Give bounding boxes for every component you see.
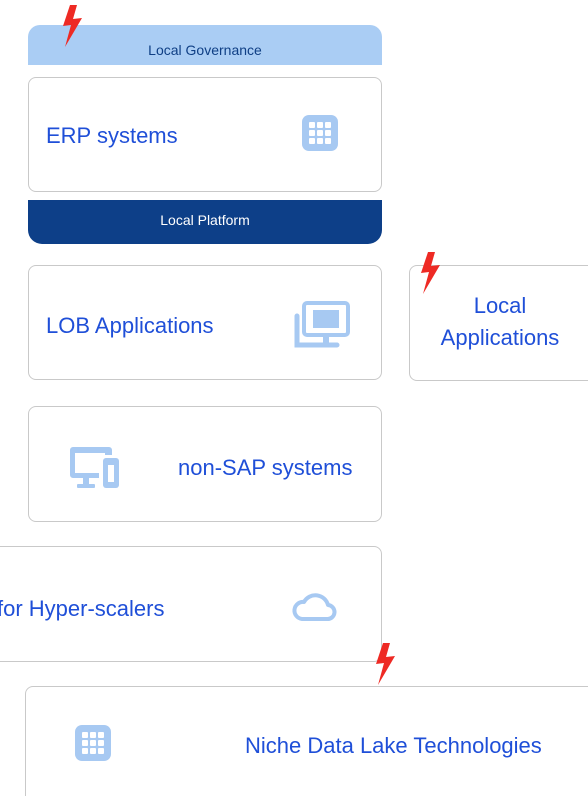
- grid-icon: [75, 725, 111, 761]
- local-applications-text: Local Applications: [410, 290, 588, 354]
- local-platform-label: Local Platform: [160, 212, 250, 228]
- diagram-canvas: Local Governance ERP systems Local Platf…: [0, 0, 588, 796]
- local-governance-label: Local Governance: [148, 42, 262, 58]
- hyperscalers-card: for Hyper-scalers: [0, 546, 382, 662]
- hyperscalers-label: for Hyper-scalers: [0, 596, 165, 621]
- non-sap-systems-card: non-SAP systems: [28, 406, 382, 522]
- lob-applications-label: LOB Applications: [46, 313, 214, 338]
- erp-systems-card: ERP systems: [28, 77, 382, 192]
- local-platform-band: Local Platform: [28, 200, 382, 244]
- niche-data-lake-card: Niche Data Lake Technologies: [25, 686, 588, 796]
- local-applications-line2: Applications: [440, 325, 560, 350]
- grid-icon: [302, 115, 338, 151]
- local-applications-line1: Local: [473, 293, 527, 318]
- cloud-icon: [292, 593, 337, 621]
- monitor-icon: [294, 301, 350, 348]
- niche-data-lake-label: Niche Data Lake Technologies: [245, 733, 542, 758]
- devices-icon: [70, 447, 119, 488]
- erp-systems-label: ERP systems: [46, 123, 178, 148]
- lightning-bolt-icon: [376, 643, 395, 685]
- non-sap-systems-label: non-SAP systems: [178, 455, 353, 480]
- lightning-bolt-icon: [63, 5, 82, 47]
- lob-applications-card: LOB Applications: [28, 265, 382, 380]
- lightning-bolt-icon: [421, 252, 440, 294]
